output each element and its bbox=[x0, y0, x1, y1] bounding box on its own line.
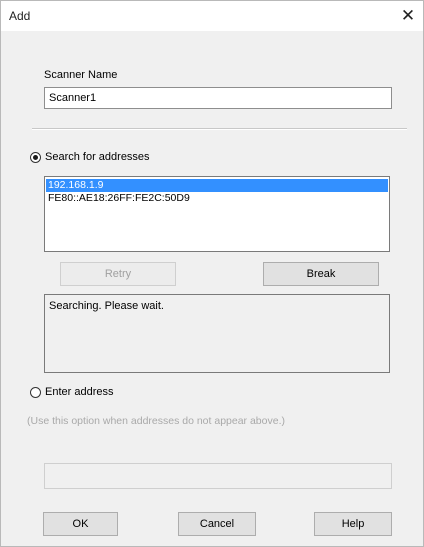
search-radio-button[interactable] bbox=[30, 151, 41, 163]
scanner-name-label: Scanner Name bbox=[44, 69, 118, 81]
break-button[interactable]: Break bbox=[263, 262, 379, 286]
separator bbox=[32, 128, 407, 130]
scanner-name-input[interactable] bbox=[44, 87, 392, 109]
address-input[interactable] bbox=[44, 463, 392, 489]
add-scanner-dialog: Add ✕ Scanner Name Search for addresses … bbox=[0, 0, 424, 547]
address-list-item[interactable]: 192.168.1.9 bbox=[46, 179, 388, 192]
enter-address-label: Enter address bbox=[45, 386, 114, 398]
enter-address-radio-button[interactable] bbox=[30, 386, 41, 398]
status-box: Searching. Please wait. bbox=[44, 294, 390, 373]
dialog-title: Add bbox=[9, 9, 31, 23]
address-list-item[interactable]: FE80::AE18:26FF:FE2C:50D9 bbox=[46, 192, 388, 205]
title-bar: Add ✕ bbox=[1, 1, 423, 31]
close-icon[interactable]: ✕ bbox=[393, 1, 423, 31]
search-for-addresses-label: Search for addresses bbox=[45, 151, 150, 163]
cancel-button[interactable]: Cancel bbox=[178, 512, 256, 536]
enter-address-hint: (Use this option when addresses do not a… bbox=[27, 415, 285, 427]
status-text: Searching. Please wait. bbox=[49, 300, 164, 312]
retry-button[interactable]: Retry bbox=[60, 262, 176, 286]
radio-selected-dot bbox=[33, 154, 38, 160]
address-listbox[interactable]: 192.168.1.9 FE80::AE18:26FF:FE2C:50D9 bbox=[44, 176, 390, 252]
ok-button[interactable]: OK bbox=[43, 512, 118, 536]
enter-address-option[interactable]: Enter address bbox=[30, 386, 113, 398]
help-button[interactable]: Help bbox=[314, 512, 392, 536]
search-for-addresses-option[interactable]: Search for addresses bbox=[30, 151, 150, 163]
